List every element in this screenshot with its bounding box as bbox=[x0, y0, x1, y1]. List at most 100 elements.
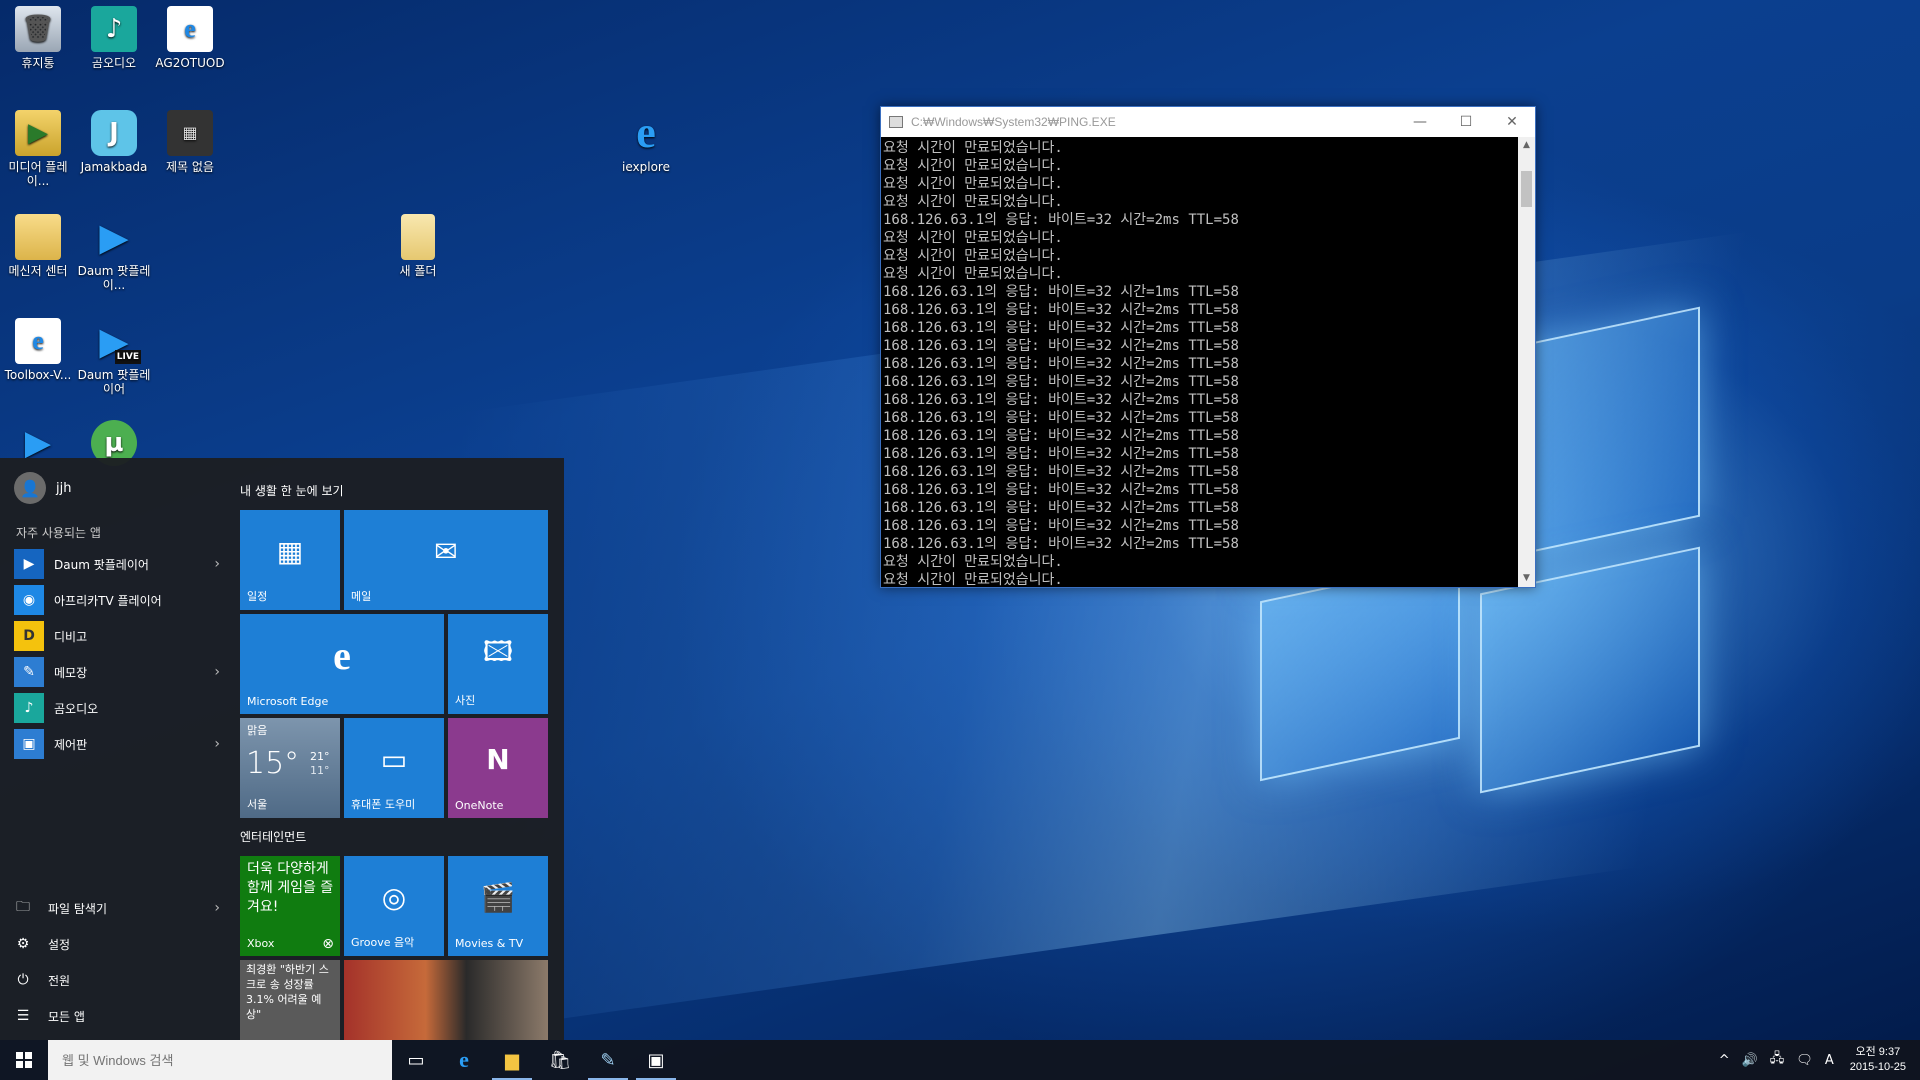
tile-onenote[interactable]: N OneNote bbox=[448, 718, 548, 818]
ping-console-window[interactable]: C:₩Windows₩System32₩PING.EXE — ☐ ✕ 요청 시간… bbox=[880, 106, 1536, 588]
all-apps-button[interactable]: ☰ 모든 앱 bbox=[14, 998, 214, 1034]
taskbar-store[interactable]: 🛍 bbox=[536, 1040, 584, 1080]
scroll-up-icon[interactable]: ▲ bbox=[1518, 137, 1535, 154]
xbox-icon: ⊗ bbox=[322, 936, 334, 952]
taskbar-notepad[interactable]: ✎ bbox=[584, 1040, 632, 1080]
console-line: 168.126.63.1의 응답: 바이트=32 시간=2ms TTL=58 bbox=[883, 536, 1239, 552]
folder-icon bbox=[15, 214, 61, 260]
desktop-icon-iexplore[interactable]: e iexplore bbox=[608, 110, 684, 175]
console-line: 168.126.63.1의 응답: 바이트=32 시간=2ms TTL=58 bbox=[883, 356, 1239, 372]
taskbar-file-explorer[interactable]: ▆ bbox=[488, 1040, 536, 1080]
gear-icon: ⚙ bbox=[16, 936, 30, 952]
settings-button[interactable]: ⚙ 설정 bbox=[14, 926, 214, 962]
taskbar: ▭ e ▆ 🛍 ✎ ▣ ^ 🔊 🖧 🗨 A 오전 9:37 2015-10-25 bbox=[0, 1040, 1920, 1080]
groove-music-icon: ◎ bbox=[381, 880, 407, 914]
clock-date: 2015-10-25 bbox=[1849, 1061, 1906, 1073]
weather-temp: 15° bbox=[246, 746, 300, 781]
gom-audio-icon: ♪ bbox=[91, 6, 137, 52]
chevron-right-icon[interactable]: › bbox=[214, 900, 220, 916]
chevron-right-icon[interactable]: › bbox=[214, 664, 220, 680]
console-title: C:₩Windows₩System32₩PING.EXE bbox=[911, 115, 1116, 129]
gom-audio-icon: ♪ bbox=[14, 693, 44, 723]
desktop-icon-potplayer-live[interactable]: ▶ LIVE Daum 팟플레이어 bbox=[76, 318, 152, 396]
tile-news-photo[interactable] bbox=[344, 960, 548, 1040]
console-line: 168.126.63.1의 응답: 바이트=32 시간=2ms TTL=58 bbox=[883, 518, 1239, 534]
scrollbar-thumb[interactable] bbox=[1521, 171, 1532, 207]
tile-calendar[interactable]: ▦ 일정 bbox=[240, 510, 340, 610]
image-file-icon: ▦ bbox=[167, 110, 213, 156]
task-view-icon: ▭ bbox=[407, 1049, 425, 1071]
desktop-icon-gom-audio[interactable]: ♪ 곰오디오 bbox=[76, 6, 152, 70]
desktop-icon-new-folder[interactable]: 새 폴더 bbox=[380, 214, 456, 278]
desktop-icon-ag2otuod[interactable]: e AG2OTUOD bbox=[152, 6, 228, 70]
chevron-right-icon[interactable]: › bbox=[214, 736, 220, 752]
desktop-icon-jamakbada[interactable]: J Jamakbada bbox=[76, 110, 152, 174]
notepad-icon: ✎ bbox=[600, 1049, 616, 1071]
start-button[interactable] bbox=[0, 1040, 48, 1080]
tile-movies-tv[interactable]: 🎬 Movies & TV bbox=[448, 856, 548, 956]
console-line: 168.126.63.1의 응답: 바이트=32 시간=1ms TTL=58 bbox=[883, 284, 1239, 300]
avatar: 👤 bbox=[14, 472, 46, 504]
console-titlebar[interactable]: C:₩Windows₩System32₩PING.EXE — ☐ ✕ bbox=[881, 107, 1535, 137]
app-item-control-panel[interactable]: ▣ 제어판 › bbox=[14, 726, 220, 762]
file-explorer-button[interactable]: 🗀 파일 탐색기 › bbox=[14, 890, 220, 926]
desktop-icon-messenger-center[interactable]: 메신저 센터 bbox=[0, 214, 76, 278]
minimize-button[interactable]: — bbox=[1397, 107, 1443, 137]
afreecatv-icon: ◉ bbox=[14, 585, 44, 615]
recycle-bin-icon: 🗑 bbox=[15, 6, 61, 52]
search-input[interactable] bbox=[48, 1040, 392, 1080]
internet-explorer-icon: e bbox=[167, 6, 213, 52]
tile-photos[interactable]: 🖾 사진 bbox=[448, 614, 548, 714]
most-used-apps: ▶ Daum 팟플레이어 › ◉ 아프리카TV 플레이어 D 디비고 ✎ 메모장… bbox=[14, 546, 220, 762]
tile-groove[interactable]: ◎ Groove 음악 bbox=[344, 856, 444, 956]
potplayer-live-icon: ▶ LIVE bbox=[99, 319, 141, 364]
desktop-icon-untitled[interactable]: ▦ 제목 없음 bbox=[152, 110, 228, 174]
desktop-icon-toolbox[interactable]: e Toolbox-V... bbox=[0, 318, 76, 382]
app-item-notepad[interactable]: ✎ 메모장 › bbox=[14, 654, 220, 690]
clock[interactable]: 오전 9:37 2015-10-25 bbox=[1850, 1045, 1906, 1075]
taskbar-console[interactable]: ▣ bbox=[632, 1040, 680, 1080]
tile-edge[interactable]: e Microsoft Edge bbox=[240, 614, 444, 714]
app-item-potplayer[interactable]: ▶ Daum 팟플레이어 › bbox=[14, 546, 220, 582]
movies-icon: 🎬 bbox=[480, 880, 516, 914]
photos-icon: 🖾 bbox=[482, 635, 514, 668]
most-used-label: 자주 사용되는 앱 bbox=[16, 526, 101, 540]
system-tray: ^ 🔊 🖧 🗨 A 오전 9:37 2015-10-25 bbox=[1713, 1040, 1914, 1080]
power-button[interactable]: ⏻ 전원 bbox=[14, 962, 214, 998]
app-item-gom-audio[interactable]: ♪ 곰오디오 bbox=[14, 690, 214, 726]
tile-mail[interactable]: ✉ 메일 bbox=[344, 510, 548, 610]
scroll-down-icon[interactable]: ▼ bbox=[1518, 570, 1535, 587]
desktop-icon-recycle-bin[interactable]: 🗑 휴지통 bbox=[0, 6, 76, 70]
maximize-button[interactable]: ☐ bbox=[1443, 107, 1489, 137]
tile-weather[interactable]: 맑음 15° 21° 11° 서울 bbox=[240, 718, 340, 818]
media-player-icon: ▶ bbox=[15, 110, 61, 156]
console-scrollbar[interactable]: ▲ ▼ bbox=[1518, 137, 1535, 587]
console-line: 요청 시간이 만료되었습니다. bbox=[883, 230, 1063, 246]
close-button[interactable]: ✕ bbox=[1489, 107, 1535, 137]
action-center-icon[interactable]: 🗨 bbox=[1796, 1053, 1813, 1068]
task-view-button[interactable]: ▭ bbox=[392, 1040, 440, 1080]
weather-low: 11° bbox=[310, 764, 330, 777]
taskbar-edge[interactable]: e bbox=[440, 1040, 488, 1080]
network-icon[interactable]: 🖧 bbox=[1770, 1049, 1785, 1071]
tile-news[interactable]: 최경환 "하반기 스크로 송 성장률 3.1% 어려울 예상" bbox=[240, 960, 340, 1040]
news-headline: 최경환 "하반기 스크로 송 성장률 3.1% 어려울 예상" bbox=[246, 963, 329, 1021]
onenote-icon: N bbox=[486, 742, 510, 776]
desktop-icon-potplayer[interactable]: ▶ Daum 팟플레이... bbox=[76, 214, 152, 292]
console-line: 168.126.63.1의 응답: 바이트=32 시간=2ms TTL=58 bbox=[883, 374, 1239, 390]
console-icon: ▣ bbox=[647, 1049, 665, 1071]
chevron-up-icon[interactable]: ^ bbox=[1719, 1053, 1730, 1068]
user-name: jjh bbox=[56, 480, 72, 496]
desktop-icon-media-player[interactable]: ▶ 미디어 플레이... bbox=[0, 110, 76, 188]
console-line: 요청 시간이 만료되었습니다. bbox=[883, 176, 1063, 192]
ime-indicator[interactable]: A bbox=[1825, 1053, 1834, 1068]
tile-xbox[interactable]: 더욱 다양하게 함께 게임을 즐겨요! Xbox ⊗ bbox=[240, 856, 340, 956]
chevron-right-icon[interactable]: › bbox=[214, 556, 220, 572]
volume-icon[interactable]: 🔊 bbox=[1742, 1053, 1758, 1068]
app-item-afreecatv[interactable]: ◉ 아프리카TV 플레이어 bbox=[14, 582, 214, 618]
all-apps-icon: ☰ bbox=[16, 1008, 30, 1024]
app-item-dibigo[interactable]: D 디비고 bbox=[14, 618, 214, 654]
user-account[interactable]: 👤 jjh bbox=[14, 472, 71, 504]
tile-phone-companion[interactable]: ▭ 휴대폰 도우미 bbox=[344, 718, 444, 818]
store-icon: 🛍 bbox=[548, 1049, 572, 1071]
